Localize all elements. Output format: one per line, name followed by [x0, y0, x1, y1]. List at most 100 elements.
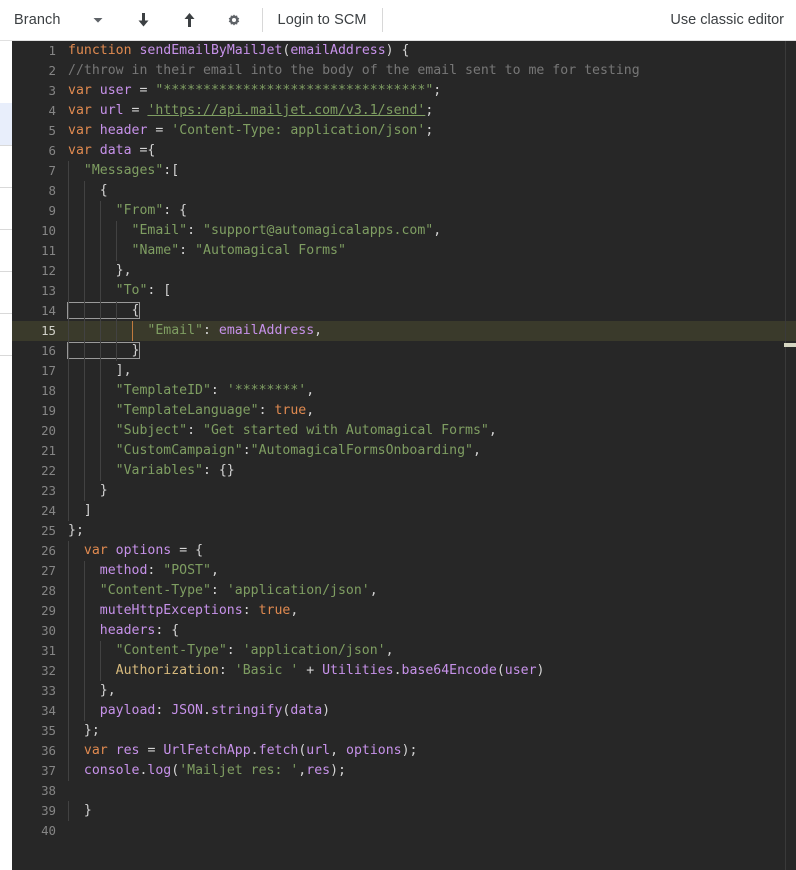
code-line[interactable]: 39 }: [12, 801, 796, 821]
indent-guide: [100, 241, 101, 261]
code-lines-container[interactable]: 1function sendEmailByMailJet(emailAddres…: [12, 41, 796, 870]
code-line[interactable]: 10 "Email": "support@automagicalapps.com…: [12, 221, 796, 241]
arrow-up-icon[interactable]: [175, 5, 205, 35]
code-line[interactable]: 22 "Variables": {}: [12, 461, 796, 481]
code-line[interactable]: 35 };: [12, 721, 796, 741]
code-text: "Messages":[: [68, 161, 796, 181]
rail-divider: [0, 271, 12, 272]
code-line[interactable]: 5var header = 'Content-Type: application…: [12, 121, 796, 141]
code-line[interactable]: 7 "Messages":[: [12, 161, 796, 181]
code-text: function sendEmailByMailJet(emailAddress…: [68, 41, 796, 61]
code-line[interactable]: 20 "Subject": "Get started with Automagi…: [12, 421, 796, 441]
code-line[interactable]: 16 }: [12, 341, 796, 361]
code-line[interactable]: 31 "Content-Type": 'application/json',: [12, 641, 796, 661]
code-line[interactable]: 2//throw in their email into the body of…: [12, 61, 796, 81]
arrow-down-icon[interactable]: [129, 5, 159, 35]
line-number: 7: [12, 161, 56, 181]
code-line[interactable]: 3var user = "***************************…: [12, 81, 796, 101]
code-line[interactable]: 13 "To": [: [12, 281, 796, 301]
indent-guide: [116, 241, 117, 261]
indent-guide: [84, 581, 85, 601]
indent-guide: [68, 221, 69, 241]
code-text: {: [68, 301, 796, 321]
line-number: 26: [12, 541, 56, 561]
code-line[interactable]: 21 "CustomCampaign":"AutomagicalFormsOnb…: [12, 441, 796, 461]
line-number: 39: [12, 801, 56, 821]
line-number: 2: [12, 61, 56, 81]
indent-guide: [68, 441, 69, 461]
code-text: }: [68, 341, 796, 361]
indent-guide: [100, 421, 101, 441]
scrollbar-current-line-marker: [784, 343, 796, 347]
login-to-scm-button[interactable]: Login to SCM: [276, 11, 369, 29]
line-number: 35: [12, 721, 56, 741]
code-line[interactable]: 17 ],: [12, 361, 796, 381]
code-text: var data ={: [68, 141, 796, 161]
code-line[interactable]: 36 var res = UrlFetchApp.fetch(url, opti…: [12, 741, 796, 761]
code-text: method: "POST",: [68, 561, 796, 581]
code-line[interactable]: 25};: [12, 521, 796, 541]
code-line[interactable]: 33 },: [12, 681, 796, 701]
use-classic-editor-link[interactable]: Use classic editor: [670, 12, 786, 28]
indent-guide: [68, 541, 69, 561]
code-text: "Name": "Automagical Forms": [68, 241, 796, 261]
rail-divider: [0, 229, 12, 230]
code-line[interactable]: 23 }: [12, 481, 796, 501]
indent-guide: [68, 801, 69, 821]
code-text: "Email": "support@automagicalapps.com",: [68, 221, 796, 241]
code-text: var url = 'https://api.mailjet.com/v3.1/…: [68, 101, 796, 121]
indent-guide: [68, 241, 69, 261]
code-line[interactable]: 34 payload: JSON.stringify(data): [12, 701, 796, 721]
indent-guide: [68, 381, 69, 401]
code-line[interactable]: 15 "Email": emailAddress,: [12, 321, 796, 341]
code-line[interactable]: 38: [12, 781, 796, 801]
code-text: },: [68, 681, 796, 701]
indent-guide: [84, 201, 85, 221]
code-line[interactable]: 1function sendEmailByMailJet(emailAddres…: [12, 41, 796, 61]
code-line[interactable]: 4 var url = 'https://api.mailjet.com/v3.1…: [12, 101, 796, 121]
code-line[interactable]: 8 {: [12, 181, 796, 201]
code-line[interactable]: 24 ]: [12, 501, 796, 521]
line-number: 23: [12, 481, 56, 501]
branch-button[interactable]: Branch: [14, 12, 61, 28]
line-number: 27: [12, 561, 56, 581]
chevron-down-icon[interactable]: [83, 5, 113, 35]
rail-divider: [0, 145, 12, 146]
line-number: 22: [12, 461, 56, 481]
code-text: "From": {: [68, 201, 796, 221]
code-text: ]: [68, 501, 796, 521]
line-number: 19: [12, 401, 56, 421]
code-line[interactable]: 27 method: "POST",: [12, 561, 796, 581]
code-line[interactable]: 30 headers: {: [12, 621, 796, 641]
line-number: 11: [12, 241, 56, 261]
line-number: 15: [12, 321, 56, 341]
code-text: "Email": emailAddress,: [68, 321, 796, 341]
code-text: ],: [68, 361, 796, 381]
code-line[interactable]: 37 console.log('Mailjet res: ',res);: [12, 761, 796, 781]
line-number: 4: [12, 101, 56, 121]
code-line[interactable]: 19 "TemplateLanguage": true,: [12, 401, 796, 421]
code-editor[interactable]: 1function sendEmailByMailJet(emailAddres…: [0, 41, 796, 870]
code-line[interactable]: 40: [12, 821, 796, 841]
code-line[interactable]: 18 "TemplateID": '********',: [12, 381, 796, 401]
indent-guide: [68, 401, 69, 421]
code-line[interactable]: 14 {: [12, 301, 796, 321]
line-number: 37: [12, 761, 56, 781]
indent-guide: [68, 161, 69, 181]
code-line[interactable]: 29 muteHttpExceptions: true,: [12, 601, 796, 621]
code-line[interactable]: 11 "Name": "Automagical Forms": [12, 241, 796, 261]
code-line[interactable]: 26 var options = {: [12, 541, 796, 561]
line-number: 9: [12, 201, 56, 221]
gear-icon[interactable]: [219, 5, 249, 35]
line-number: 14: [12, 301, 56, 321]
code-line[interactable]: 12 },: [12, 261, 796, 281]
code-line[interactable]: 9 "From": {: [12, 201, 796, 221]
code-line[interactable]: 6var data ={: [12, 141, 796, 161]
code-line[interactable]: 32 Authorization: 'Basic ' + Utilities.b…: [12, 661, 796, 681]
line-number: 20: [12, 421, 56, 441]
code-line[interactable]: 28 "Content-Type": 'application/json',: [12, 581, 796, 601]
indent-guide: [84, 641, 85, 661]
indent-guide: [84, 281, 85, 301]
code-text: var options = {: [68, 541, 796, 561]
indent-guide: [100, 661, 101, 681]
